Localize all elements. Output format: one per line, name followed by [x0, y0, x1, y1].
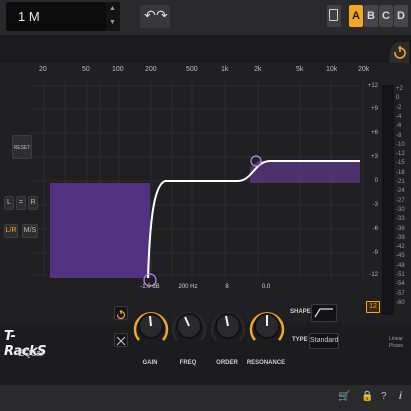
meter-tick-label: -6 — [396, 123, 402, 130]
info-icon[interactable]: i — [399, 391, 402, 402]
copy-icon — [329, 9, 338, 21]
db-label: +6 — [371, 130, 378, 136]
gain-label: GAIN — [142, 360, 158, 366]
meter-tick-label: -51 — [396, 272, 405, 278]
right-channel-button[interactable]: R — [28, 196, 38, 210]
db-label: -9 — [372, 250, 378, 256]
lock-icon[interactable]: 🔒 — [361, 391, 373, 402]
order-knob[interactable] — [208, 300, 248, 352]
snapshot-d-button[interactable]: D — [394, 5, 408, 27]
freq-knob[interactable] — [169, 300, 209, 352]
freq-value: 200 Hz — [178, 284, 198, 290]
db-label: -6 — [372, 226, 378, 232]
db-label: -12 — [369, 272, 378, 278]
preset-name: 1 M — [18, 9, 40, 24]
meter-tick-label: -39 — [396, 234, 405, 241]
meter-tick-label: -27 — [396, 197, 405, 204]
band-delete-button[interactable] — [114, 333, 128, 347]
resonance-label: RESONANCE — [246, 360, 286, 366]
output-meter — [382, 85, 394, 315]
undo-redo-group: ↶ ↷ — [140, 5, 170, 28]
meter-readout[interactable]: 12 — [366, 301, 380, 313]
order-value: 8 — [225, 284, 229, 290]
help-icon[interactable]: ? — [381, 391, 387, 402]
db-label: +12 — [367, 83, 378, 89]
freq-label: 100 — [112, 66, 124, 73]
meter-tick-label: -8 — [396, 132, 402, 139]
redo-icon[interactable]: ↷ — [156, 7, 168, 24]
shape-label: SHAPE — [290, 309, 311, 315]
freq-label: 5k — [296, 66, 304, 73]
meter-tick-label: -54 — [396, 281, 405, 288]
db-label: +3 — [371, 154, 378, 160]
gain-value: -1.0 dB — [140, 284, 160, 290]
freq-label: 20 — [39, 66, 47, 73]
cart-icon[interactable]: 🛒 — [338, 391, 350, 402]
band-fill-low — [50, 183, 150, 278]
logo-sub: EQual — [18, 348, 44, 358]
ms-mode-button[interactable]: M/S — [22, 224, 38, 238]
meter-tick-label: -21 — [396, 179, 405, 185]
meter-tick-label: -12 — [396, 151, 405, 158]
band-fill-high — [250, 161, 360, 183]
header-strip — [0, 35, 411, 63]
reset-button[interactable]: RESET — [12, 135, 32, 159]
freq-label: 2k — [254, 66, 262, 73]
preset-down-icon[interactable]: ▼ — [109, 19, 116, 26]
meter-tick-label: -33 — [396, 216, 405, 223]
link-channels-button[interactable]: = — [16, 196, 26, 210]
meter-tick-label: -48 — [396, 262, 405, 269]
preset-arrows[interactable]: ▲ ▼ — [106, 2, 120, 31]
linear-phase-toggle[interactable]: Linear Phase — [385, 336, 407, 350]
freq-label: 200 — [145, 66, 157, 73]
close-icon — [116, 336, 126, 346]
meter-tick-label: 0 — [396, 95, 400, 102]
snapshot-c-button[interactable]: C — [379, 5, 393, 27]
meter-tick-label: -45 — [396, 253, 405, 260]
resonance-knob[interactable] — [247, 300, 287, 352]
module-power-button[interactable] — [387, 38, 411, 66]
undo-icon[interactable]: ↶ — [144, 7, 156, 24]
freq-label: 1k — [221, 66, 229, 73]
db-label: -3 — [372, 202, 378, 208]
meter-tick-label: -24 — [396, 188, 405, 195]
snapshot-a-button[interactable]: A — [349, 5, 363, 27]
shape-selector[interactable] — [311, 304, 337, 322]
meter-tick-label: -36 — [396, 225, 405, 232]
power-icon — [389, 42, 409, 66]
brand-logo: T-RackS EQual — [4, 329, 54, 371]
resonance-value: 0.0 — [261, 284, 271, 290]
meter-tick-label: -4 — [396, 113, 402, 120]
meter-tick-label: -57 — [396, 290, 405, 297]
meter-tick-label: -18 — [396, 169, 405, 176]
meter-tick-label: -60 — [396, 299, 405, 306]
db-label: 0 — [374, 178, 378, 184]
meter-tick-label: -10 — [396, 141, 405, 148]
db-label: +9 — [371, 106, 378, 112]
preset-up-icon[interactable]: ▲ — [109, 5, 116, 12]
freq-label: 50 — [82, 66, 90, 73]
copy-snapshot-button[interactable] — [327, 5, 341, 27]
lowcut-shape-icon — [314, 308, 333, 318]
meter-tick-label: -2 — [396, 104, 402, 111]
freq-label: 10k — [326, 66, 338, 73]
snapshot-b-button[interactable]: B — [364, 5, 378, 27]
freq-label: 20k — [358, 66, 370, 73]
left-channel-button[interactable]: L — [4, 196, 14, 210]
meter-tick-label: -30 — [396, 206, 405, 213]
type-label: TYPE — [292, 337, 308, 343]
freq-label: 500 — [186, 66, 198, 73]
meter-tick-label: +2 — [396, 86, 403, 92]
power-icon — [116, 310, 126, 320]
lr-mode-button[interactable]: L/R — [4, 224, 18, 238]
type-selector[interactable]: Standard — [309, 333, 339, 349]
band-power-button[interactable] — [114, 306, 128, 320]
freq-label: FREQ — [179, 360, 197, 366]
meter-tick-label: -15 — [396, 160, 405, 167]
preset-selector[interactable]: 1 M — [6, 2, 106, 31]
gain-knob[interactable] — [131, 300, 171, 352]
meter-tick-label: -42 — [396, 244, 405, 251]
order-label: ORDER — [216, 360, 238, 366]
